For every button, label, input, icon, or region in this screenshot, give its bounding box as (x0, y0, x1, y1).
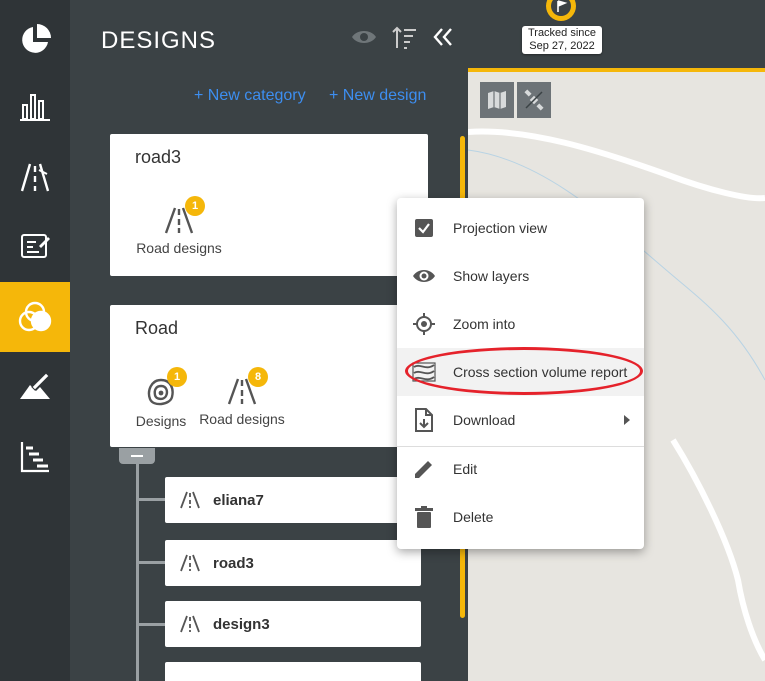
menu-item-projection-view[interactable]: Projection view (397, 204, 644, 252)
menu-item-download[interactable]: Download (397, 396, 644, 444)
rail-item-terrain[interactable] (0, 352, 70, 422)
menu-item-label: Zoom into (453, 316, 516, 332)
flag-icon (546, 0, 576, 21)
type-designs[interactable]: Designs (128, 377, 194, 429)
menu-item-label: Download (453, 412, 516, 428)
pencil-icon (412, 457, 436, 481)
new-category-link[interactable]: + New category (194, 87, 306, 105)
road-measure-icon (20, 163, 50, 192)
tracked-line-2: Sep 27, 2022 (529, 40, 595, 52)
eye-icon (412, 264, 436, 288)
type-label: Road designs (136, 240, 222, 256)
tree-item-road3[interactable]: road3 (165, 540, 421, 586)
rail-item-timeline[interactable] (0, 422, 70, 492)
satellite-button[interactable] (517, 82, 551, 118)
road-icon (180, 615, 200, 633)
menu-item-zoom-into[interactable]: Zoom into (397, 300, 644, 348)
rail-item-dashboard[interactable] (0, 5, 70, 75)
tracked-since-label: Tracked since Sep 27, 2022 (522, 26, 602, 54)
double-chevron-left-icon (433, 28, 452, 46)
trash-icon (412, 505, 436, 529)
menu-item-label: Delete (453, 509, 494, 525)
sort-icon (392, 26, 416, 49)
road-icon (180, 491, 200, 509)
menu-item-show-layers[interactable]: Show layers (397, 252, 644, 300)
target-icon (412, 312, 436, 336)
road-icon (180, 554, 200, 572)
map-layer-button[interactable] (480, 82, 514, 118)
bar-chart-icon (20, 94, 50, 121)
highlight-annotation (405, 347, 643, 395)
menu-item-label: Show layers (453, 268, 530, 284)
tree-branch (136, 623, 166, 626)
tree-item-partial[interactable] (165, 662, 421, 681)
tree-branch (136, 561, 166, 564)
tree-item-label: design3 (213, 615, 270, 633)
card-title: road3 (135, 147, 182, 167)
report-edit-icon (21, 234, 50, 258)
panel-title: DESIGNS (101, 27, 217, 54)
new-design-link[interactable]: + New design (329, 87, 426, 105)
type-label: Road designs (199, 411, 285, 427)
tree-connector (136, 460, 139, 681)
rail-item-statistics[interactable] (0, 72, 70, 142)
sort-button[interactable] (391, 26, 417, 55)
category-card-road[interactable]: Road Designs 1 Road designs 8 (110, 305, 428, 447)
visibility-toggle[interactable] (351, 26, 377, 53)
tracked-flag-pin[interactable] (543, 0, 579, 22)
rail-item-reports[interactable] (0, 211, 70, 281)
collapse-toggle[interactable] (119, 448, 155, 464)
tree-item-eliana7[interactable]: eliana7 (165, 477, 421, 523)
type-label: Designs (135, 413, 187, 429)
minus-icon (131, 455, 143, 457)
tracked-line-1: Tracked since (527, 27, 597, 39)
satellite-icon (524, 89, 544, 111)
menu-item-edit[interactable]: Edit (397, 445, 644, 493)
menu-item-delete[interactable]: Delete (397, 493, 644, 541)
checkbox-icon (412, 216, 436, 240)
timeline-icon (20, 442, 49, 473)
tree-item-label: eliana7 (213, 491, 264, 509)
rail-item-designs[interactable] (0, 282, 70, 352)
submenu-arrow-icon (624, 415, 630, 425)
tree-item-design3[interactable]: design3 (165, 601, 421, 647)
category-card-road3[interactable]: road3 Road designs 1 (110, 134, 428, 276)
layers-circles-icon (18, 301, 52, 332)
count-badge: 1 (167, 367, 187, 387)
tree-branch (136, 498, 166, 501)
type-road-designs[interactable]: Road designs (134, 206, 224, 256)
pie-chart-icon (22, 24, 51, 53)
eye-icon (352, 31, 376, 43)
tree-item-label: road3 (213, 554, 254, 572)
menu-item-label: Projection view (453, 220, 548, 236)
map-icon (488, 91, 506, 109)
rail-item-measure[interactable] (0, 142, 70, 212)
type-road-designs[interactable]: Road designs (196, 377, 288, 427)
collapse-panel-button[interactable] (432, 26, 454, 53)
menu-item-label: Edit (453, 461, 478, 477)
download-file-icon (412, 408, 436, 432)
count-badge: 1 (185, 196, 205, 216)
count-badge: 8 (248, 367, 268, 387)
terrain-edit-icon (20, 372, 50, 399)
icon-rail (0, 0, 70, 681)
card-title: Road (135, 318, 179, 338)
map-top-bar (468, 0, 765, 72)
